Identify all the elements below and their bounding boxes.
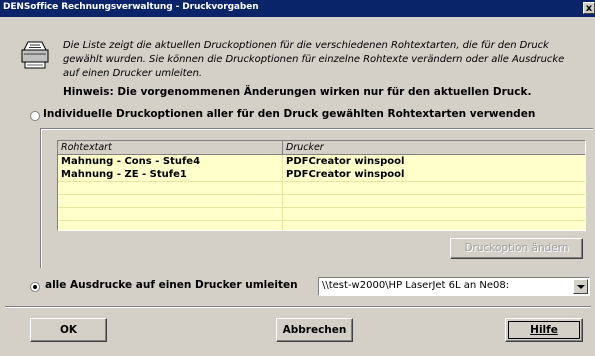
table-row[interactable]: Mahnung - Cons - Stufe4 PDFCreator winsp… — [58, 155, 585, 168]
radio-individual-options[interactable] — [30, 111, 40, 121]
info-text-line-1: Die Liste zeigt die aktuellen Druckoptio… — [63, 40, 549, 51]
row-divider — [58, 181, 585, 182]
window-title: DENSoffice Rechnungsverwaltung - Druckvo… — [3, 2, 259, 12]
row-divider — [58, 194, 585, 195]
radio-redirect-all-label[interactable]: alle Ausdrucke auf einen Drucker umleite… — [45, 279, 298, 291]
table-cell: Mahnung - Cons - Stufe4 — [61, 156, 201, 167]
close-button[interactable]: x — [583, 2, 595, 14]
change-print-option-button[interactable]: Druckoption ändern — [450, 238, 583, 259]
radio-selected-dot — [33, 285, 37, 289]
title-bar[interactable]: DENSoffice Rechnungsverwaltung - Druckvo… — [0, 0, 595, 17]
table-cell: PDFCreator winspool — [286, 156, 405, 167]
print-options-list[interactable]: Rohtextart Drucker Mahnung - Cons - Stuf… — [57, 140, 586, 231]
column-header-rohtextart[interactable]: Rohtextart — [58, 141, 283, 154]
row-divider — [58, 207, 585, 208]
info-text-line-3: auf einen Drucker umleiten. — [63, 68, 203, 79]
radio-redirect-all[interactable] — [30, 282, 40, 292]
ok-button[interactable]: OK — [30, 318, 107, 342]
column-header-drucker[interactable]: Drucker — [283, 141, 585, 154]
help-button[interactable]: Hilfe — [505, 318, 583, 342]
row-divider — [58, 220, 585, 221]
radio-individual-options-label[interactable]: Individuelle Druckoptionen aller für den… — [43, 108, 535, 120]
table-cell: Mahnung - ZE - Stufe1 — [61, 169, 187, 180]
table-cell: PDFCreator winspool — [286, 169, 405, 180]
info-text-line-2: gewählt wurden. Sie können die Druckopti… — [63, 54, 565, 65]
list-header: Rohtextart Drucker — [58, 141, 585, 155]
printer-select[interactable]: \\test-w2000\HP LaserJet 6L an Ne08: — [318, 277, 590, 296]
chevron-down-icon[interactable] — [573, 279, 588, 294]
printer-select-value: \\test-w2000\HP LaserJet 6L an Ne08: — [322, 280, 510, 291]
close-icon: x — [585, 3, 593, 14]
cancel-button[interactable]: Abbrechen — [276, 318, 353, 342]
separator — [5, 306, 591, 308]
hint-text: Hinweis: Die vorgenommenen Änderungen wi… — [63, 86, 532, 98]
table-row[interactable]: Mahnung - ZE - Stufe1 PDFCreator winspoo… — [58, 168, 585, 181]
printer-icon — [21, 41, 49, 69]
dialog-window: DENSoffice Rechnungsverwaltung - Druckvo… — [0, 0, 595, 356]
